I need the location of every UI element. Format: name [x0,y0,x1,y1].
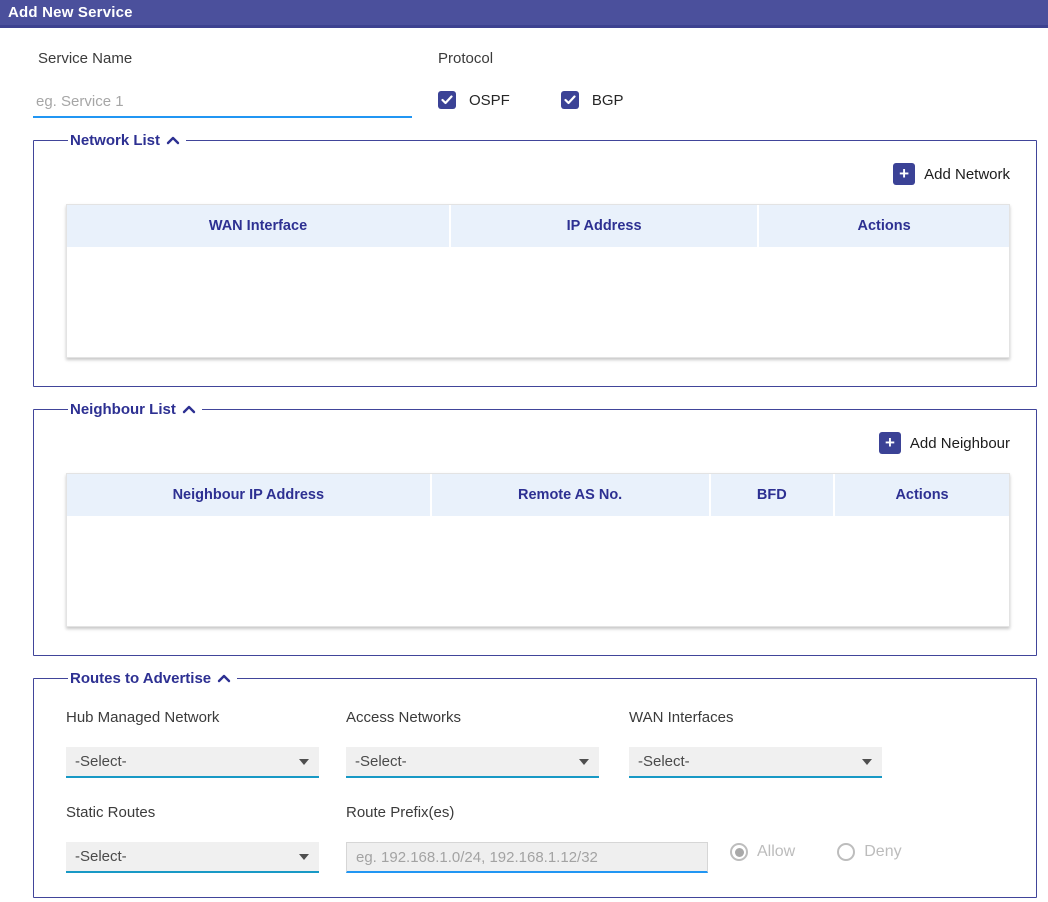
neighbour-table: Neighbour IP Address Remote AS No. BFD A… [66,473,1010,627]
routes-row-2: Static Routes -Select- Route Prefix(es) … [66,804,1010,873]
deny-radio-label: Deny [864,843,901,861]
ospf-checkbox-label: OSPF [469,92,510,109]
allow-radio[interactable] [730,843,748,861]
plus-icon: + [893,163,915,185]
dropdown-arrow-icon [299,854,309,860]
access-networks-label: Access Networks [346,709,629,726]
check-icon [564,95,576,105]
neighbour-list-legend[interactable]: Neighbour List [68,401,202,418]
service-name-input[interactable] [33,89,412,118]
wan-interfaces-label: WAN Interfaces [629,709,909,726]
chevron-up-icon[interactable] [182,405,196,414]
add-network-button[interactable]: + Add Network [893,163,1010,185]
dropdown-arrow-icon [579,759,589,765]
routes-row-1: Hub Managed Network -Select- Access Netw… [66,709,1010,778]
access-networks-select[interactable]: -Select- [346,747,599,778]
static-routes-select[interactable]: -Select- [66,842,319,873]
hub-managed-network-select[interactable]: -Select- [66,747,319,778]
neighbour-column-remote-as: Remote AS No. [432,474,709,516]
network-column-wan-interface: WAN Interface [67,205,449,247]
network-column-actions: Actions [759,205,1009,247]
access-networks-field: Access Networks -Select- [346,709,629,778]
access-networks-value: -Select- [355,753,407,770]
wan-interfaces-field: WAN Interfaces -Select- [629,709,909,778]
plus-icon: + [879,432,901,454]
static-routes-value: -Select- [75,848,127,865]
network-list-section: Network List + Add Network WAN Interface… [33,132,1037,387]
allow-radio-option: Allow [730,843,795,861]
dialog-titlebar: Add New Service [0,0,1048,28]
wan-interfaces-select[interactable]: -Select- [629,747,882,778]
hub-managed-network-label: Hub Managed Network [66,709,346,726]
routes-to-advertise-section: Routes to Advertise Hub Managed Network … [33,670,1037,898]
service-protocol-row: Service Name Protocol OSPF [33,50,1037,118]
neighbour-column-ip-address: Neighbour IP Address [67,474,430,516]
network-list-legend-text: Network List [70,132,160,149]
static-routes-label: Static Routes [66,804,346,821]
static-routes-field: Static Routes -Select- [66,804,346,873]
chevron-up-icon[interactable] [166,136,180,145]
routes-legend[interactable]: Routes to Advertise [68,670,237,687]
protocol-label: Protocol [438,50,624,67]
network-table-header: WAN Interface IP Address Actions [67,205,1009,247]
dialog-title: Add New Service [8,4,133,21]
dropdown-arrow-icon [862,759,872,765]
route-prefixes-field: Route Prefix(es) [346,804,708,873]
network-toolbar: + Add Network [66,149,1010,195]
add-neighbour-button-label: Add Neighbour [910,435,1010,452]
neighbour-column-actions: Actions [835,474,1009,516]
network-list-legend[interactable]: Network List [68,132,186,149]
wan-interfaces-value: -Select- [638,753,690,770]
protocol-option-ospf: OSPF [438,91,510,109]
allow-radio-label: Allow [757,843,795,861]
ospf-checkbox[interactable] [438,91,456,109]
service-name-label: Service Name [38,50,438,67]
route-prefixes-input[interactable] [346,842,708,873]
network-column-ip-address: IP Address [451,205,757,247]
neighbour-toolbar: + Add Neighbour [66,418,1010,464]
hub-managed-network-field: Hub Managed Network -Select- [66,709,346,778]
bgp-checkbox-label: BGP [592,92,624,109]
neighbour-list-legend-text: Neighbour List [70,401,176,418]
hub-managed-network-value: -Select- [75,753,127,770]
service-name-field-group: Service Name [33,50,438,118]
neighbour-table-body [67,516,1009,626]
chevron-up-icon[interactable] [217,674,231,683]
dropdown-arrow-icon [299,759,309,765]
network-table-body [67,247,1009,357]
routes-legend-text: Routes to Advertise [70,670,211,687]
dialog-body: Service Name Protocol OSPF [0,28,1048,898]
add-neighbour-button[interactable]: + Add Neighbour [879,432,1010,454]
network-table: WAN Interface IP Address Actions [66,204,1010,358]
route-prefixes-label: Route Prefix(es) [346,804,708,821]
routes-fields: Hub Managed Network -Select- Access Netw… [66,687,1010,897]
deny-radio[interactable] [837,843,855,861]
add-network-button-label: Add Network [924,166,1010,183]
protocol-options: OSPF BGP [438,91,624,109]
deny-radio-option: Deny [837,843,901,861]
bgp-checkbox[interactable] [561,91,579,109]
neighbour-list-section: Neighbour List + Add Neighbour Neighbour… [33,401,1037,656]
neighbour-table-header: Neighbour IP Address Remote AS No. BFD A… [67,474,1009,516]
check-icon [441,95,453,105]
policy-radio-group: Allow Deny [730,831,902,873]
neighbour-column-bfd: BFD [711,474,833,516]
protocol-field-group: Protocol OSPF BGP [438,50,624,118]
protocol-option-bgp: BGP [561,91,624,109]
